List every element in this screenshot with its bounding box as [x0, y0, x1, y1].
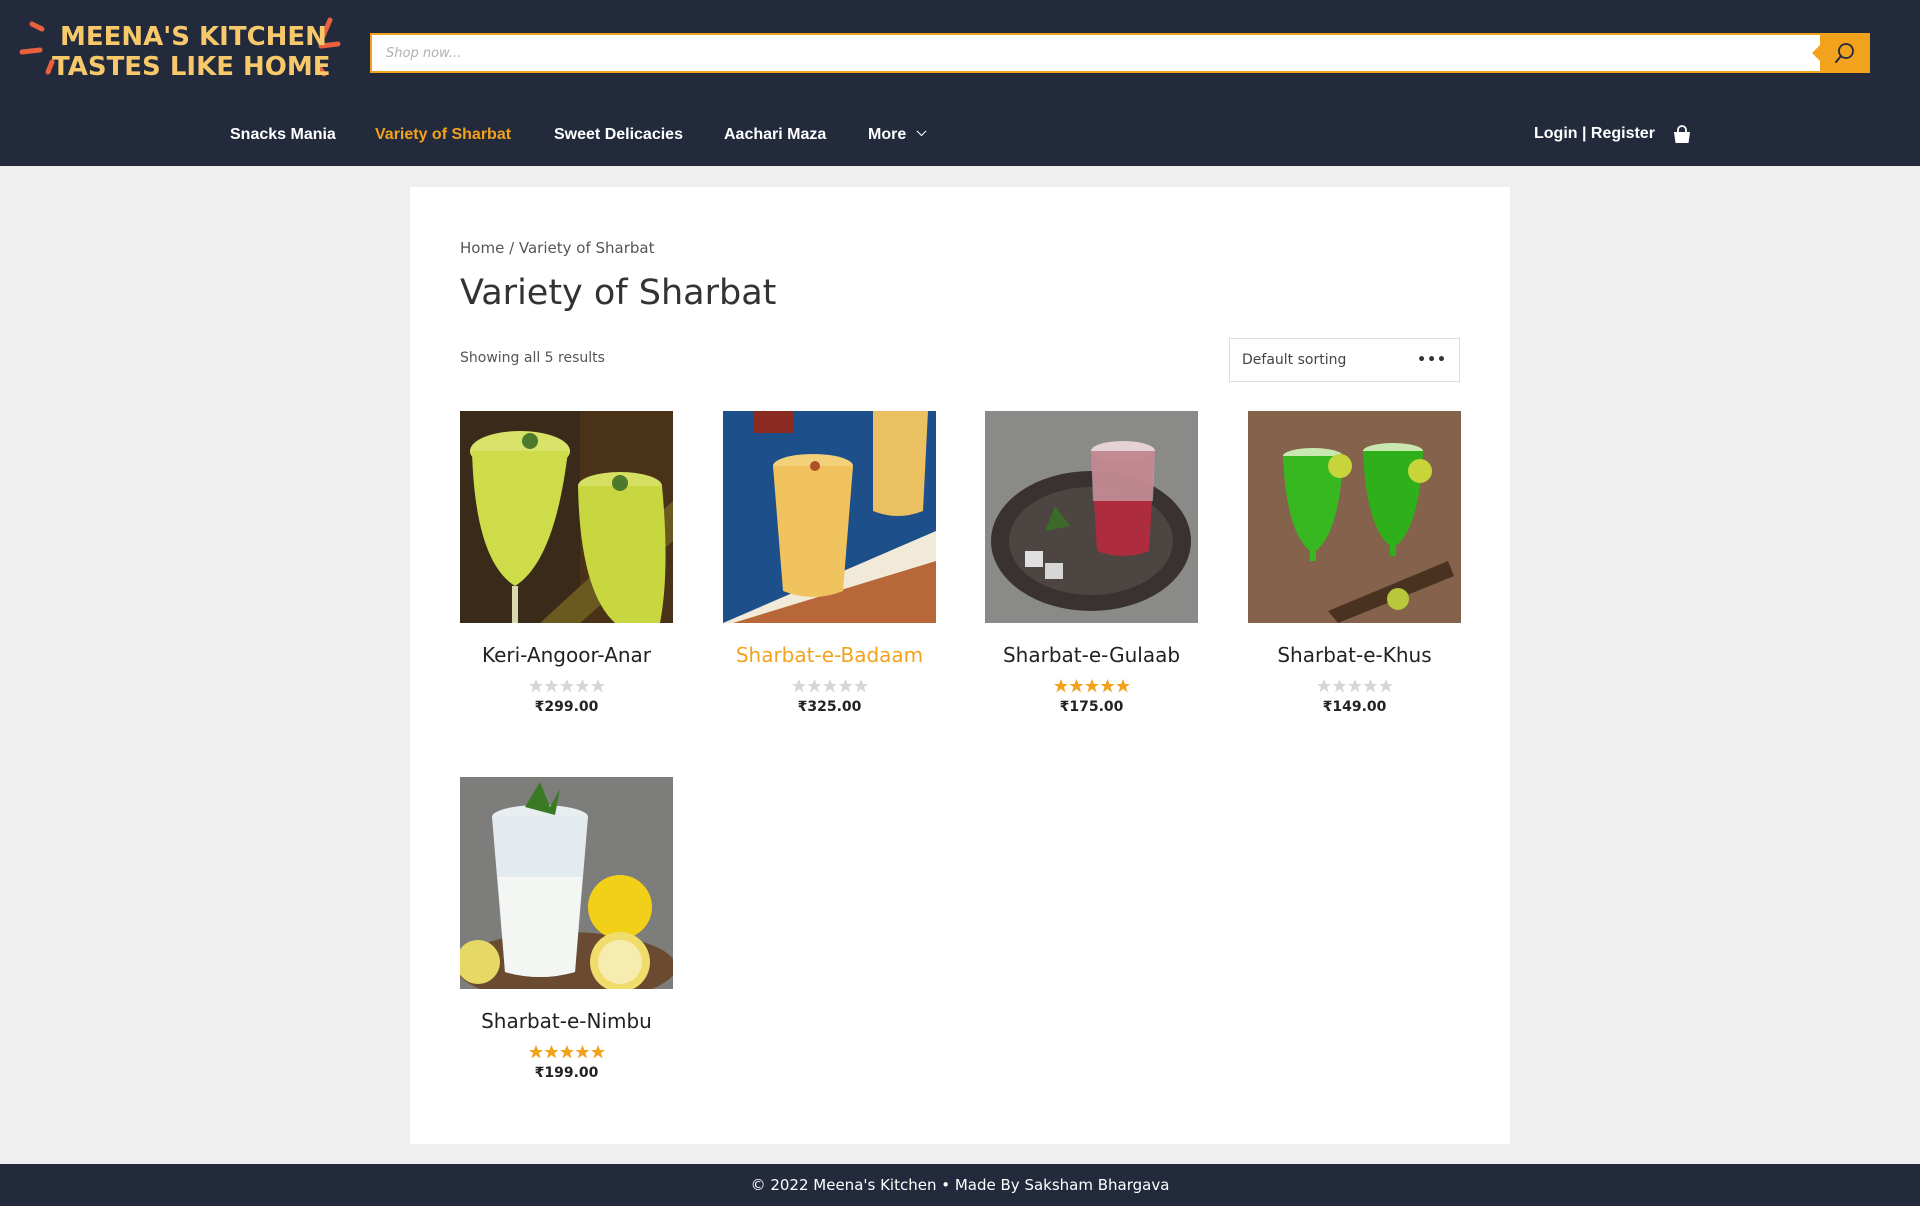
almond-milk-glass-image[interactable] [723, 411, 936, 623]
product-name[interactable]: Sharbat-e-Gulaab [985, 643, 1198, 667]
cart-icon[interactable] [1673, 125, 1691, 145]
nav-item-aachari-maza[interactable]: Aachari Maza [724, 126, 826, 144]
footer-copyright: © 2022 Meena's Kitchen • Made By Saksham… [750, 1176, 1170, 1194]
search-button[interactable] [1812, 33, 1870, 73]
product-name[interactable]: Sharbat-e-Badaam [723, 643, 936, 667]
product-card: Sharbat-e-Khus ₹149.00 [1248, 411, 1461, 715]
product-name[interactable]: Sharbat-e-Nimbu [460, 1009, 673, 1033]
product-price: ₹299.00 [534, 699, 599, 715]
site-header: MEENA'S KITCHEN TASTES LIKE HOME Snacks … [0, 0, 1920, 166]
search-input[interactable] [370, 33, 1820, 73]
rating-stars [1316, 679, 1393, 693]
page-title: Variety of Sharbat [460, 273, 777, 313]
product-card: Keri-Angoor-Anar ₹299.00 [460, 411, 673, 715]
product-price: ₹325.00 [797, 699, 862, 715]
lime-juice-glasses-image[interactable] [460, 411, 673, 623]
breadcrumb[interactable]: Home / Variety of Sharbat [460, 239, 654, 257]
result-count: Showing all 5 results [460, 350, 605, 366]
brand-line1: MEENA'S KITCHEN [60, 22, 327, 52]
brand-line2: TASTES LIKE HOME [52, 52, 331, 82]
lemonade-glass-image[interactable] [460, 777, 673, 989]
rose-drink-glass-image[interactable] [985, 411, 1198, 623]
green-khus-glasses-image[interactable] [1248, 411, 1461, 623]
product-name[interactable]: Sharbat-e-Khus [1248, 643, 1461, 667]
nav-more-label: More [868, 126, 907, 143]
main-nav: Snacks Mania Variety of Sharbat Sweet De… [0, 118, 1920, 154]
site-logo[interactable]: MEENA'S KITCHEN TASTES LIKE HOME [18, 14, 348, 94]
more-dots-icon: ••• [1417, 352, 1447, 368]
nav-item-snacks-mania[interactable]: Snacks Mania [230, 126, 336, 144]
rating-stars [791, 679, 868, 693]
product-price: ₹199.00 [534, 1065, 599, 1081]
nav-item-more[interactable]: More [868, 126, 927, 144]
site-footer: © 2022 Meena's Kitchen • Made By Saksham… [0, 1164, 1920, 1206]
product-price: ₹149.00 [1322, 699, 1387, 715]
shop-content: Home / Variety of Sharbat Variety of Sha… [410, 187, 1510, 1144]
rating-stars [528, 1045, 605, 1059]
nav-item-sweet-delicacies[interactable]: Sweet Delicacies [554, 126, 683, 144]
sorting-selected: Default sorting [1242, 352, 1347, 368]
rating-stars [1053, 679, 1130, 693]
sorting-select[interactable]: Default sorting ••• [1229, 338, 1460, 382]
product-name[interactable]: Keri-Angoor-Anar [460, 643, 673, 667]
search-icon [1835, 43, 1854, 63]
login-register-link[interactable]: Login | Register [1534, 125, 1655, 143]
chevron-down-icon [916, 126, 927, 137]
product-card: Sharbat-e-Badaam ₹325.00 [723, 411, 936, 715]
rating-stars [528, 679, 605, 693]
product-card: Sharbat-e-Gulaab ₹175.00 [985, 411, 1198, 715]
nav-item-variety-of-sharbat[interactable]: Variety of Sharbat [375, 126, 511, 144]
search-bar [370, 33, 1870, 73]
product-price: ₹175.00 [1059, 699, 1124, 715]
product-card: Sharbat-e-Nimbu ₹199.00 [460, 777, 673, 1081]
